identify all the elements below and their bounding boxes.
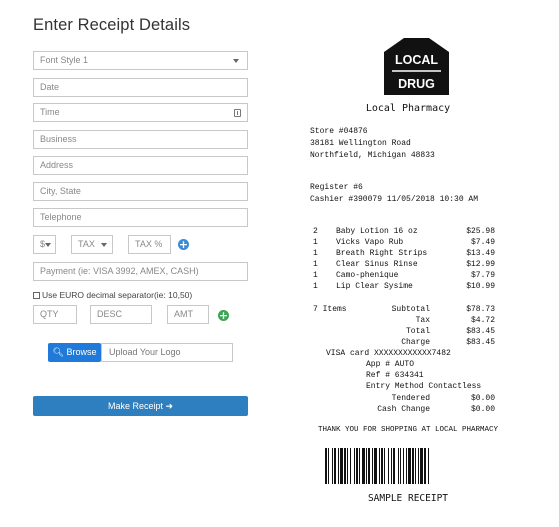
font-style-value: Font Style 1: [40, 55, 89, 65]
search-icon: 🔍︎: [52, 347, 64, 357]
euro-separator-checkbox[interactable]: [33, 291, 40, 299]
telephone-placeholder: Telephone: [40, 212, 82, 222]
date-placeholder: Date: [40, 82, 60, 92]
app-line: App # AUTO: [366, 360, 415, 369]
logo-text-top: LOCAL: [395, 53, 438, 67]
telephone-field[interactable]: Telephone: [33, 208, 248, 227]
ref-line: Ref # 634341: [366, 371, 424, 380]
arrow-right-circle-icon: ➜: [165, 401, 174, 411]
tax-value: $4.72: [470, 316, 495, 325]
subtotal-label: Subtotal: [391, 305, 430, 314]
city-state-placeholder: City, State: [40, 186, 81, 196]
items-count: 7 Items: [313, 305, 347, 314]
desc-field[interactable]: DESC: [90, 305, 152, 324]
item-qty: 1: [313, 238, 318, 247]
item-desc: Clear Sinus Rinse: [336, 260, 418, 269]
form-title: Enter Receipt Details: [33, 16, 191, 34]
store-name: Local Pharmacy: [365, 103, 451, 114]
business-field[interactable]: Business: [33, 130, 248, 149]
change-value: $0.00: [470, 405, 495, 414]
entry-method-line: Entry Method Contactless: [366, 382, 482, 391]
item-desc: Baby Lotion 16 oz: [336, 227, 418, 236]
chevron-down-icon: [101, 243, 107, 247]
date-field[interactable]: Date: [33, 78, 248, 97]
add-tax-icon[interactable]: +: [178, 239, 189, 250]
store-street: 38181 Wellington Road: [310, 139, 411, 148]
euro-separator-option[interactable]: Use EURO decimal separator(ie: 10,50): [33, 290, 192, 300]
total-value: $83.45: [466, 327, 495, 336]
item-amt: $10.99: [466, 282, 495, 291]
tax-type-value: TAX: [78, 239, 95, 249]
charge-label: Charge: [401, 338, 430, 347]
store-city: Northfield, Michigan 48833: [310, 151, 435, 160]
business-placeholder: Business: [40, 134, 77, 144]
tax-percent-field[interactable]: TAX %: [128, 235, 171, 254]
tax-type-select[interactable]: TAX: [71, 235, 113, 254]
tax-label: Tax: [415, 316, 430, 325]
item-desc: Camo-phenique: [336, 271, 399, 280]
address-field[interactable]: Address: [33, 156, 248, 175]
charge-value: $83.45: [466, 338, 495, 347]
chevron-down-icon: [45, 243, 51, 247]
card-line: VISA card XXXXXXXXXXXX7482: [326, 349, 451, 358]
item-amt: $12.99: [466, 260, 495, 269]
chevron-down-icon: [233, 59, 239, 63]
item-qty: 2: [313, 227, 318, 236]
euro-separator-label: Use EURO decimal separator(ie: 10,50): [42, 290, 193, 300]
item-qty: 1: [313, 249, 318, 258]
amt-placeholder: AMT: [174, 309, 193, 319]
address-placeholder: Address: [40, 160, 74, 170]
make-receipt-label: Make Receipt: [107, 401, 163, 411]
amt-field[interactable]: AMT: [167, 305, 209, 324]
tendered-value: $0.00: [470, 394, 495, 403]
time-field[interactable]: Time: [33, 103, 248, 122]
thank-you-line: THANK YOU FOR SHOPPING AT LOCAL PHARMACY: [317, 426, 499, 434]
desc-placeholder: DESC: [97, 309, 123, 319]
store-logo: LOCAL DRUG: [384, 38, 449, 95]
item-amt: $25.98: [466, 227, 495, 236]
item-qty: 1: [313, 271, 318, 280]
subtotal-value: $78.73: [466, 305, 495, 314]
browse-button[interactable]: 🔍︎ Browse: [48, 343, 101, 362]
cashier-line: Cashier #390079 11/05/2018 10:30 AM: [310, 195, 479, 204]
upload-logo-placeholder: Upload Your Logo: [109, 347, 181, 357]
change-label: Cash Change: [377, 405, 430, 414]
item-amt: $13.49: [466, 249, 495, 258]
payment-field[interactable]: Payment (ie: VISA 3992, AMEX, CASH): [33, 262, 248, 281]
qty-placeholder: QTY: [40, 309, 59, 319]
item-amt: $7.49: [470, 238, 495, 247]
tendered-label: Tendered: [391, 394, 430, 403]
tax-percent-placeholder: TAX %: [135, 239, 163, 249]
barcode: [325, 448, 429, 484]
item-desc: Vicks Vapo Rub: [336, 238, 404, 247]
make-receipt-button[interactable]: Make Receipt ➜: [33, 396, 248, 416]
font-style-select[interactable]: Font Style 1: [33, 51, 248, 70]
item-amt: $7.79: [470, 271, 495, 280]
register-line: Register #6: [310, 183, 363, 192]
time-picker-icon[interactable]: [234, 109, 241, 117]
logo-text-bottom: DRUG: [398, 77, 435, 91]
item-qty: 1: [313, 282, 318, 291]
city-state-field[interactable]: City, State: [33, 182, 248, 201]
total-label: Total: [405, 327, 430, 336]
add-item-icon[interactable]: +: [218, 310, 229, 321]
qty-field[interactable]: QTY: [33, 305, 77, 324]
currency-select[interactable]: $: [33, 235, 56, 254]
payment-placeholder: Payment (ie: VISA 3992, AMEX, CASH): [40, 266, 199, 276]
store-number: Store #04876: [310, 127, 368, 136]
item-desc: Breath Right Strips: [336, 249, 428, 258]
item-qty: 1: [313, 260, 318, 269]
item-desc: Lip Clear Sysime: [336, 282, 413, 291]
sample-receipt-label: SAMPLE RECEIPT: [367, 493, 449, 504]
upload-logo-field[interactable]: Upload Your Logo: [101, 343, 233, 362]
time-placeholder: Time: [40, 107, 60, 117]
browse-label: Browse: [66, 347, 97, 357]
